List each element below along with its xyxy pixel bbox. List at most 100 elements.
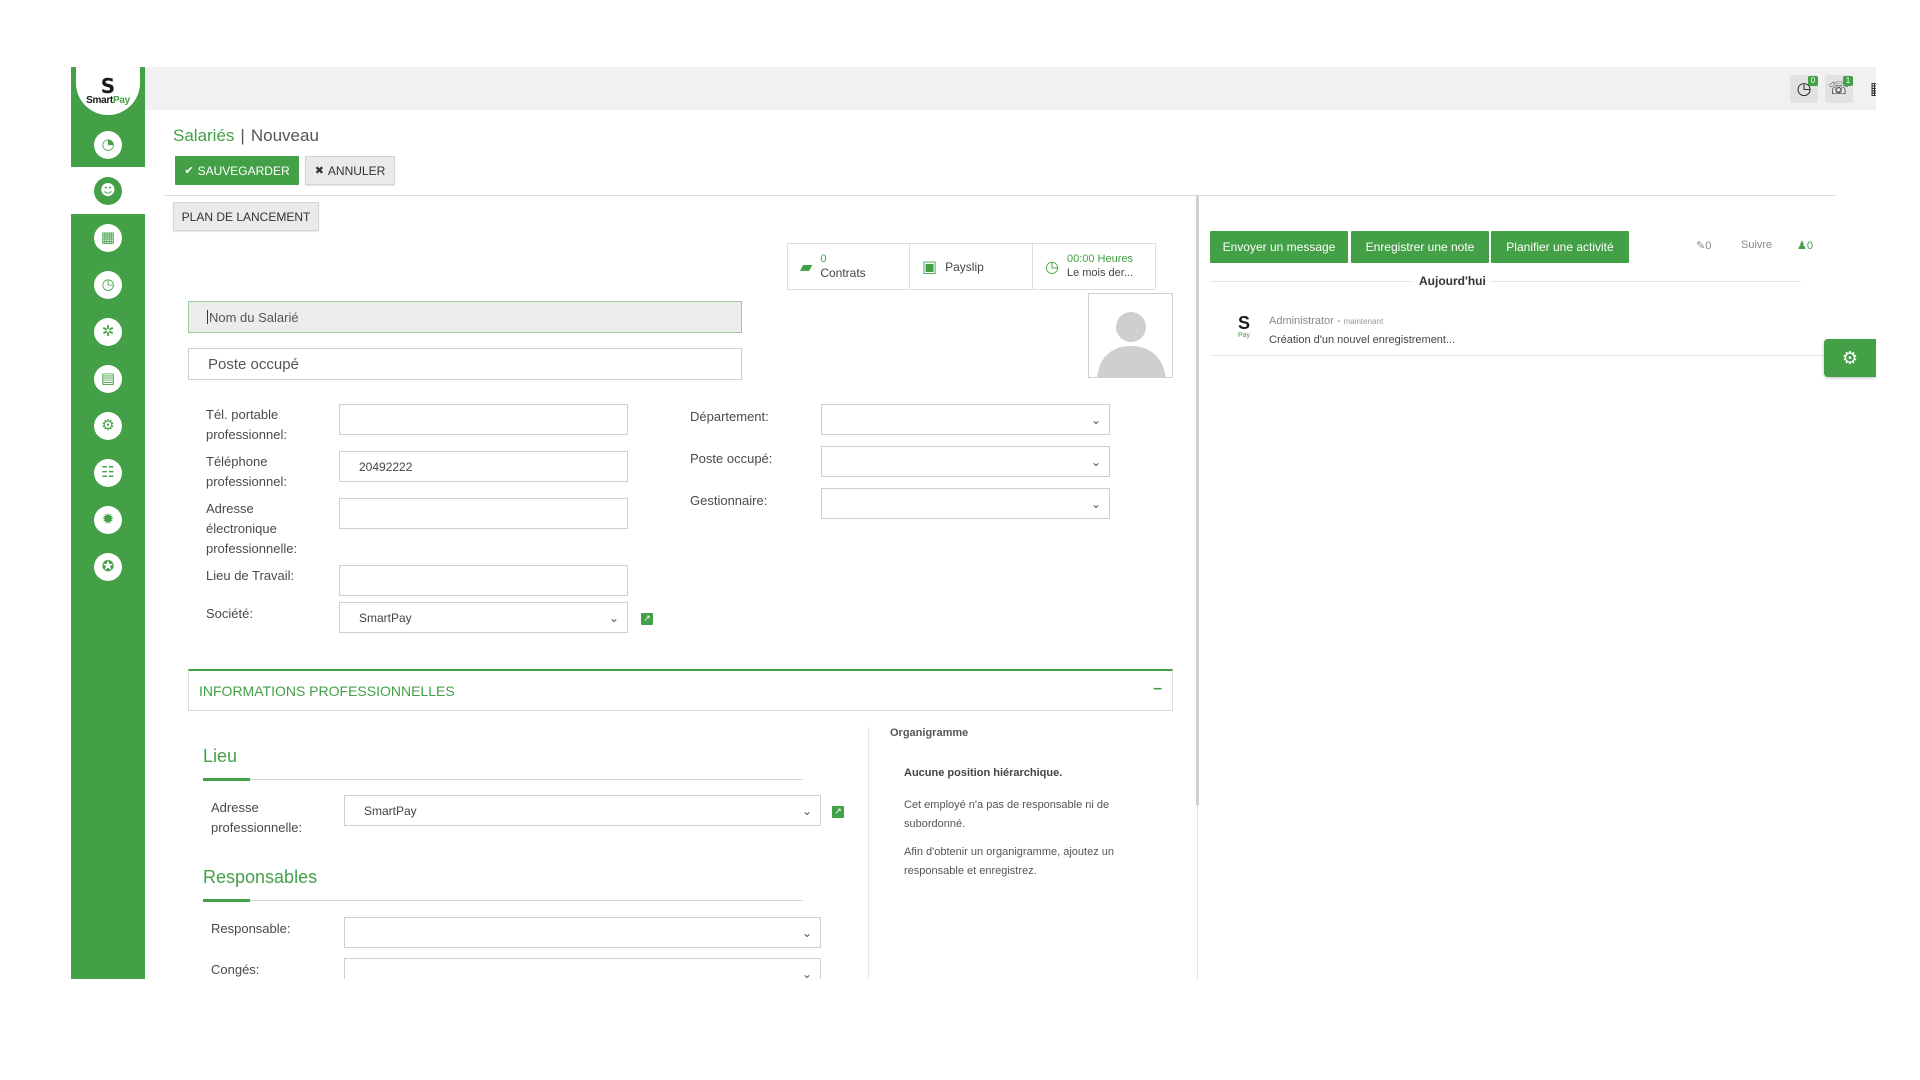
mobile-phone-input[interactable] bbox=[339, 404, 628, 435]
work-phone-input[interactable]: 20492222 bbox=[339, 451, 628, 482]
send-message-button[interactable]: Envoyer un message bbox=[1210, 231, 1348, 263]
employee-photo[interactable] bbox=[1088, 293, 1173, 378]
user-icon: ♟ bbox=[1797, 240, 1807, 252]
employee-name-input[interactable]: Nom du Salarié bbox=[188, 301, 742, 333]
chevron-down-icon: ⌄ bbox=[608, 611, 619, 625]
manager-label: Gestionnaire: bbox=[690, 493, 768, 508]
activity-button[interactable]: ◷ 0 bbox=[1790, 75, 1818, 103]
company-select[interactable]: SmartPay ⌄ bbox=[339, 602, 628, 633]
sidebar-item-navigation[interactable]: ✪ bbox=[71, 543, 145, 590]
job-title-placeholder: Poste occupé bbox=[208, 355, 299, 373]
cancel-label: ANNULER bbox=[327, 163, 386, 178]
position-select[interactable]: ⌄ bbox=[821, 446, 1110, 477]
sidebar-item-settings[interactable]: ✹ bbox=[71, 496, 145, 543]
org-chart-title: Organigramme bbox=[890, 727, 969, 739]
sidebar-item-dashboard[interactable]: ◔ bbox=[71, 121, 145, 168]
contracts-stat-button[interactable]: ▰ 0 Contrats bbox=[787, 243, 910, 290]
workplace-input[interactable] bbox=[339, 565, 628, 596]
job-title-input[interactable]: Poste occupé bbox=[188, 348, 742, 380]
work-email-label-line2: électronique bbox=[206, 521, 277, 536]
sidebar-item-documents[interactable]: ▤ bbox=[71, 355, 145, 402]
cancel-button[interactable]: ✖ ANNULER bbox=[305, 156, 395, 185]
managers-heading: Responsables bbox=[203, 867, 318, 887]
collapse-icon[interactable]: – bbox=[1153, 680, 1162, 698]
payroll-icon: ☷ bbox=[101, 463, 115, 481]
launch-plan-button[interactable]: PLAN DE LANCEMENT bbox=[173, 202, 319, 231]
sidebar-item-timesheet[interactable]: ◷ bbox=[71, 261, 145, 308]
work-address-value: SmartPay bbox=[364, 803, 417, 818]
message-author-avatar: S Pay bbox=[1229, 313, 1259, 349]
payslip-label: Payslip bbox=[945, 259, 984, 274]
department-label: Département: bbox=[690, 409, 769, 424]
company-external-link-icon[interactable]: ↗ bbox=[641, 613, 653, 625]
message-body: Création d'un nouvel enregistrement... bbox=[1269, 334, 1456, 346]
manager-select[interactable]: ⌄ bbox=[821, 488, 1110, 519]
logo-letter: S bbox=[100, 73, 116, 98]
attachments-button[interactable]: ✎0 bbox=[1696, 239, 1711, 252]
settings-cog-icon: ✲ bbox=[101, 322, 115, 340]
schedule-activity-button[interactable]: Planifier une activité bbox=[1491, 231, 1629, 263]
work-email-input[interactable] bbox=[339, 498, 628, 529]
messages-button[interactable]: ☏ 1 bbox=[1825, 75, 1853, 103]
work-address-label: Adresse professionnelle: bbox=[211, 798, 302, 838]
save-button[interactable]: ✔ SAUVEGARDER bbox=[175, 156, 299, 185]
sidebar-item-user-settings[interactable]: ⚙ bbox=[71, 402, 145, 449]
breadcrumb-parent[interactable]: Salariés bbox=[173, 126, 234, 145]
work-address-label-line2: professionnelle: bbox=[211, 820, 303, 835]
log-note-button[interactable]: Enregistrer une note bbox=[1351, 231, 1489, 263]
professional-info-section-header[interactable]: INFORMATIONS PROFESSIONNELLES – bbox=[188, 669, 1173, 711]
hours-stat-button[interactable]: ◷ 00:00 Heures Le mois der... bbox=[1032, 243, 1156, 290]
logo-smart: Smart bbox=[86, 94, 113, 106]
followers-button[interactable]: ♟0 bbox=[1797, 239, 1813, 252]
avatar-letter: S bbox=[1237, 313, 1250, 333]
mobile-phone-label-line1: Tél. portable bbox=[206, 407, 279, 422]
logo-wordmark: SmartPay bbox=[86, 95, 130, 106]
org-chart-headline: Aucune position hiérarchique. bbox=[904, 767, 1063, 779]
text-cursor bbox=[207, 310, 208, 324]
today-divider-right bbox=[1491, 281, 1801, 282]
sidebar-item-payroll[interactable]: ☷ bbox=[71, 449, 145, 496]
gear-icon: ✹ bbox=[101, 510, 115, 528]
payslip-stat-button[interactable]: ▣ Payslip bbox=[909, 243, 1033, 290]
chevron-down-icon: ⌄ bbox=[1090, 497, 1101, 511]
smartpay-logo[interactable]: S SmartPay bbox=[76, 67, 140, 115]
check-icon: ✔ bbox=[184, 164, 194, 177]
employees-icon: ☻ bbox=[100, 181, 116, 199]
document-icon: ▤ bbox=[100, 369, 116, 387]
sidebar-item-configuration[interactable]: ✲ bbox=[71, 308, 145, 355]
timesheet-icon: ◷ bbox=[101, 275, 115, 293]
sidebar-item-employees[interactable]: ☻ bbox=[71, 167, 145, 214]
follow-button[interactable]: Suivre bbox=[1741, 239, 1772, 251]
breadcrumb-separator: | bbox=[240, 126, 245, 145]
avatar-wordmark: Pay bbox=[1237, 332, 1251, 339]
form-divider bbox=[165, 195, 1835, 196]
calendar-icon: ▦ bbox=[100, 228, 116, 246]
work-email-label: Adresse électronique professionnelle: bbox=[206, 499, 297, 559]
chevron-down-icon: ⌄ bbox=[1090, 413, 1101, 427]
position-label: Poste occupé: bbox=[690, 451, 773, 466]
sidebar-item-calendar[interactable]: ▦ bbox=[71, 214, 145, 261]
work-address-label-line1: Adresse bbox=[211, 800, 259, 815]
contract-icon: ▰ bbox=[800, 257, 813, 276]
today-divider-left bbox=[1211, 281, 1411, 282]
company-label: Société: bbox=[206, 606, 253, 621]
calculator-button[interactable]: ▦ bbox=[1864, 75, 1876, 103]
work-address-select[interactable]: SmartPay ⌄ bbox=[344, 795, 821, 826]
hours-value: 00:00 Heures bbox=[1066, 253, 1134, 265]
work-address-external-link-icon[interactable]: ↗ bbox=[832, 806, 844, 818]
floating-settings-button[interactable]: ⚙ bbox=[1824, 339, 1876, 377]
messages-badge: 1 bbox=[1843, 76, 1853, 86]
department-select[interactable]: ⌄ bbox=[821, 404, 1110, 435]
chatter-splitter-lower bbox=[1197, 805, 1198, 979]
org-chart-line-4: responsable et enregistrez. bbox=[904, 865, 1037, 877]
org-chart-message: Cet employé n'a pas de responsable ni de… bbox=[904, 796, 1114, 881]
chatter-splitter[interactable] bbox=[1196, 195, 1199, 805]
leave-select[interactable]: ⌄ bbox=[344, 958, 821, 979]
message-author-name[interactable]: Administrator bbox=[1269, 315, 1334, 327]
responsible-select[interactable]: ⌄ bbox=[344, 917, 821, 948]
org-chart-divider bbox=[868, 727, 869, 979]
today-label: Aujourd'hui bbox=[1419, 274, 1486, 288]
avatar-placeholder-icon bbox=[1089, 294, 1172, 377]
chevron-down-icon: ⌄ bbox=[1090, 455, 1101, 469]
workplace-label: Lieu de Travail: bbox=[206, 568, 295, 583]
